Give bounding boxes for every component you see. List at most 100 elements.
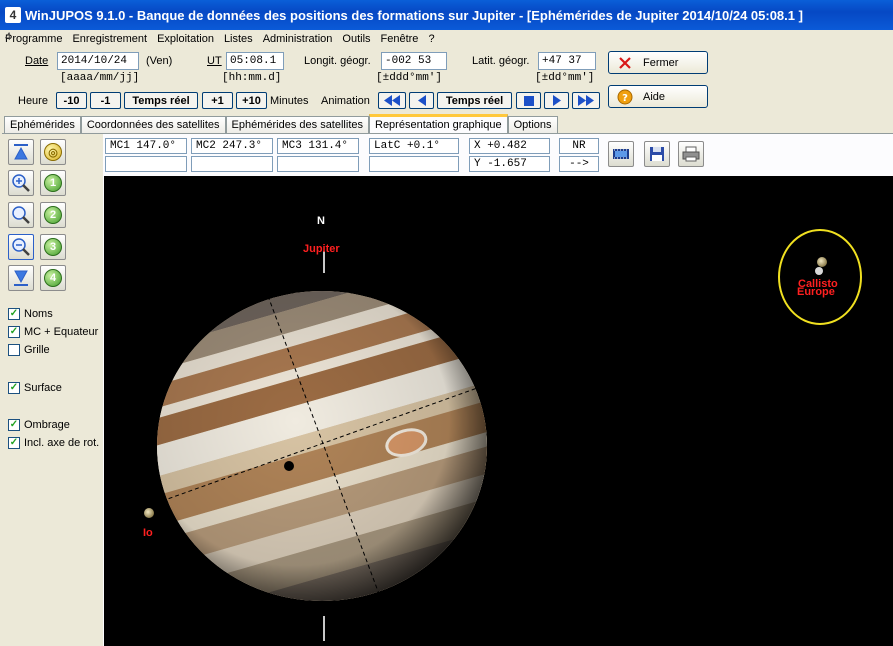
sky-canvas[interactable]: N Jupiter Io Callisto Europe [104, 176, 893, 646]
plus10-button[interactable]: +10 [236, 92, 267, 109]
menu-outils[interactable]: Outils [337, 33, 375, 45]
checkbox-surface-label: Surface [24, 382, 62, 394]
printer-icon [682, 146, 700, 162]
forward-fast-button[interactable] [572, 92, 600, 109]
io-moon [144, 508, 154, 518]
menu-administration[interactable]: Administration [258, 33, 338, 45]
animation-label: Animation [321, 95, 370, 107]
checkbox-noms[interactable]: ✓ Noms [8, 308, 53, 320]
preset-2-label: 2 [44, 206, 62, 224]
close-button[interactable]: Fermer [608, 51, 708, 74]
menu-bar: 4 Programme Enregistrement Exploitation … [0, 30, 893, 47]
save-icon [650, 147, 664, 161]
realtime-button[interactable]: Temps réel [124, 92, 198, 109]
print-button[interactable] [678, 141, 704, 167]
plus1-button[interactable]: +1 [202, 92, 233, 109]
film-button[interactable] [608, 141, 634, 167]
checkbox-noms-label: Noms [24, 308, 53, 320]
menu-help[interactable]: ? [423, 33, 439, 45]
zoom-out-icon [12, 238, 30, 256]
y-value: Y -1.657 [469, 156, 550, 172]
checkbox-grille-label: Grille [24, 344, 50, 356]
mc3-value: MC3 131.4° [277, 138, 359, 154]
menu-exploitation[interactable]: Exploitation [152, 33, 219, 45]
ut-label: UT [207, 55, 222, 67]
date-hint: [aaaa/mm/jj] [60, 72, 140, 84]
preset-3-button[interactable]: 3 [40, 234, 66, 260]
forward-fast-icon [578, 95, 594, 106]
europe-moon [815, 267, 823, 275]
close-button-label: Fermer [643, 56, 679, 69]
minus1-button[interactable]: -1 [90, 92, 121, 109]
preset-3-label: 3 [44, 238, 62, 256]
heure-label: Heure [18, 95, 48, 107]
menu-listes[interactable]: Listes [219, 33, 258, 45]
minutes-label: Minutes [270, 95, 309, 107]
check-icon: ✓ [8, 326, 20, 338]
checkbox-mc-equateur[interactable]: ✓ MC + Equateur [8, 326, 98, 338]
mc1-extra [105, 156, 187, 172]
preset-2-button[interactable]: 2 [40, 202, 66, 228]
jupiter-label: Jupiter [303, 243, 340, 255]
zoom-min-icon [14, 270, 28, 286]
checkbox-incl-axe[interactable]: ✓ Incl. axe de rot. [8, 437, 99, 449]
menu-enregistrement[interactable]: Enregistrement [67, 33, 152, 45]
nr-label: NR [559, 138, 599, 154]
check-icon: ✓ [8, 382, 20, 394]
latc-value: LatC +0.1° [369, 138, 459, 154]
minus10-button[interactable]: -10 [56, 92, 87, 109]
mc3-extra [277, 156, 359, 172]
checkbox-ombrage[interactable]: ✓ Ombrage [8, 419, 70, 431]
callisto-moon [817, 257, 827, 267]
stop-icon [523, 95, 534, 106]
help-icon: ? [617, 89, 633, 105]
date-field[interactable]: 2014/10/24 [57, 52, 139, 70]
center-icon: ◎ [44, 143, 62, 161]
checkbox-mc-equateur-label: MC + Equateur [24, 326, 99, 338]
latitude-field[interactable]: +47 37 [538, 52, 596, 70]
zoom-max-button[interactable] [8, 139, 34, 165]
preset-1-button[interactable]: 1 [40, 170, 66, 196]
date-day: (Ven) [146, 55, 173, 67]
rewind-icon [417, 95, 426, 106]
ut-field[interactable]: 05:08.1 [226, 52, 284, 70]
check-icon: ✓ [8, 419, 20, 431]
zoom-default-button[interactable] [8, 202, 34, 228]
tab-ephemerides-satellites[interactable]: Ephémérides des satellites [225, 116, 369, 134]
longitude-field[interactable]: -002 53 [381, 52, 447, 70]
rewind-fast-button[interactable] [378, 92, 406, 109]
help-button[interactable]: ? Aide [608, 85, 708, 108]
ut-hint: [hh:mm.d] [222, 72, 282, 84]
film-icon [613, 149, 629, 159]
tab-options[interactable]: Options [507, 116, 558, 134]
latitude-label: Latit. géogr. [472, 55, 530, 67]
tab-representation-graphique[interactable]: Représentation graphique [369, 114, 508, 134]
satellite-highlight-ring [778, 229, 862, 325]
preset-4-button[interactable]: 4 [40, 265, 66, 291]
latitude-hint: [±dd°mm'] [535, 72, 595, 84]
x-value: X +0.482 [469, 138, 550, 154]
jupiter-disk [157, 291, 487, 601]
checkbox-surface[interactable]: ✓ Surface [8, 382, 62, 394]
io-shadow [284, 461, 294, 471]
zoom-out-button[interactable] [8, 234, 34, 260]
checkbox-incl-axe-label: Incl. axe de rot. [24, 437, 100, 449]
zoom-in-button[interactable] [8, 170, 34, 196]
checkbox-grille[interactable]: Grille [8, 344, 50, 356]
latc-extra [369, 156, 459, 172]
window-title: WinJUPOS 9.1.0 - Banque de données des p… [25, 7, 803, 23]
rewind-button[interactable] [409, 92, 434, 109]
magnifier-icon [12, 206, 30, 224]
zoom-min-button[interactable] [8, 265, 34, 291]
tab-coordonnees-satellites[interactable]: Coordonnées des satellites [80, 116, 226, 134]
stop-button[interactable] [516, 92, 541, 109]
animation-realtime-button[interactable]: Temps réel [437, 92, 512, 109]
tab-strip: Ephémérides Coordonnées des satellites E… [4, 114, 558, 134]
document-icon[interactable]: 4 [5, 31, 17, 45]
menu-fenetre[interactable]: Fenêtre [376, 33, 424, 45]
center-button[interactable]: ◎ [40, 139, 66, 165]
play-button[interactable] [544, 92, 569, 109]
save-button[interactable] [644, 141, 670, 167]
checkbox-ombrage-label: Ombrage [24, 419, 70, 431]
tab-ephemerides[interactable]: Ephémérides [4, 116, 81, 134]
